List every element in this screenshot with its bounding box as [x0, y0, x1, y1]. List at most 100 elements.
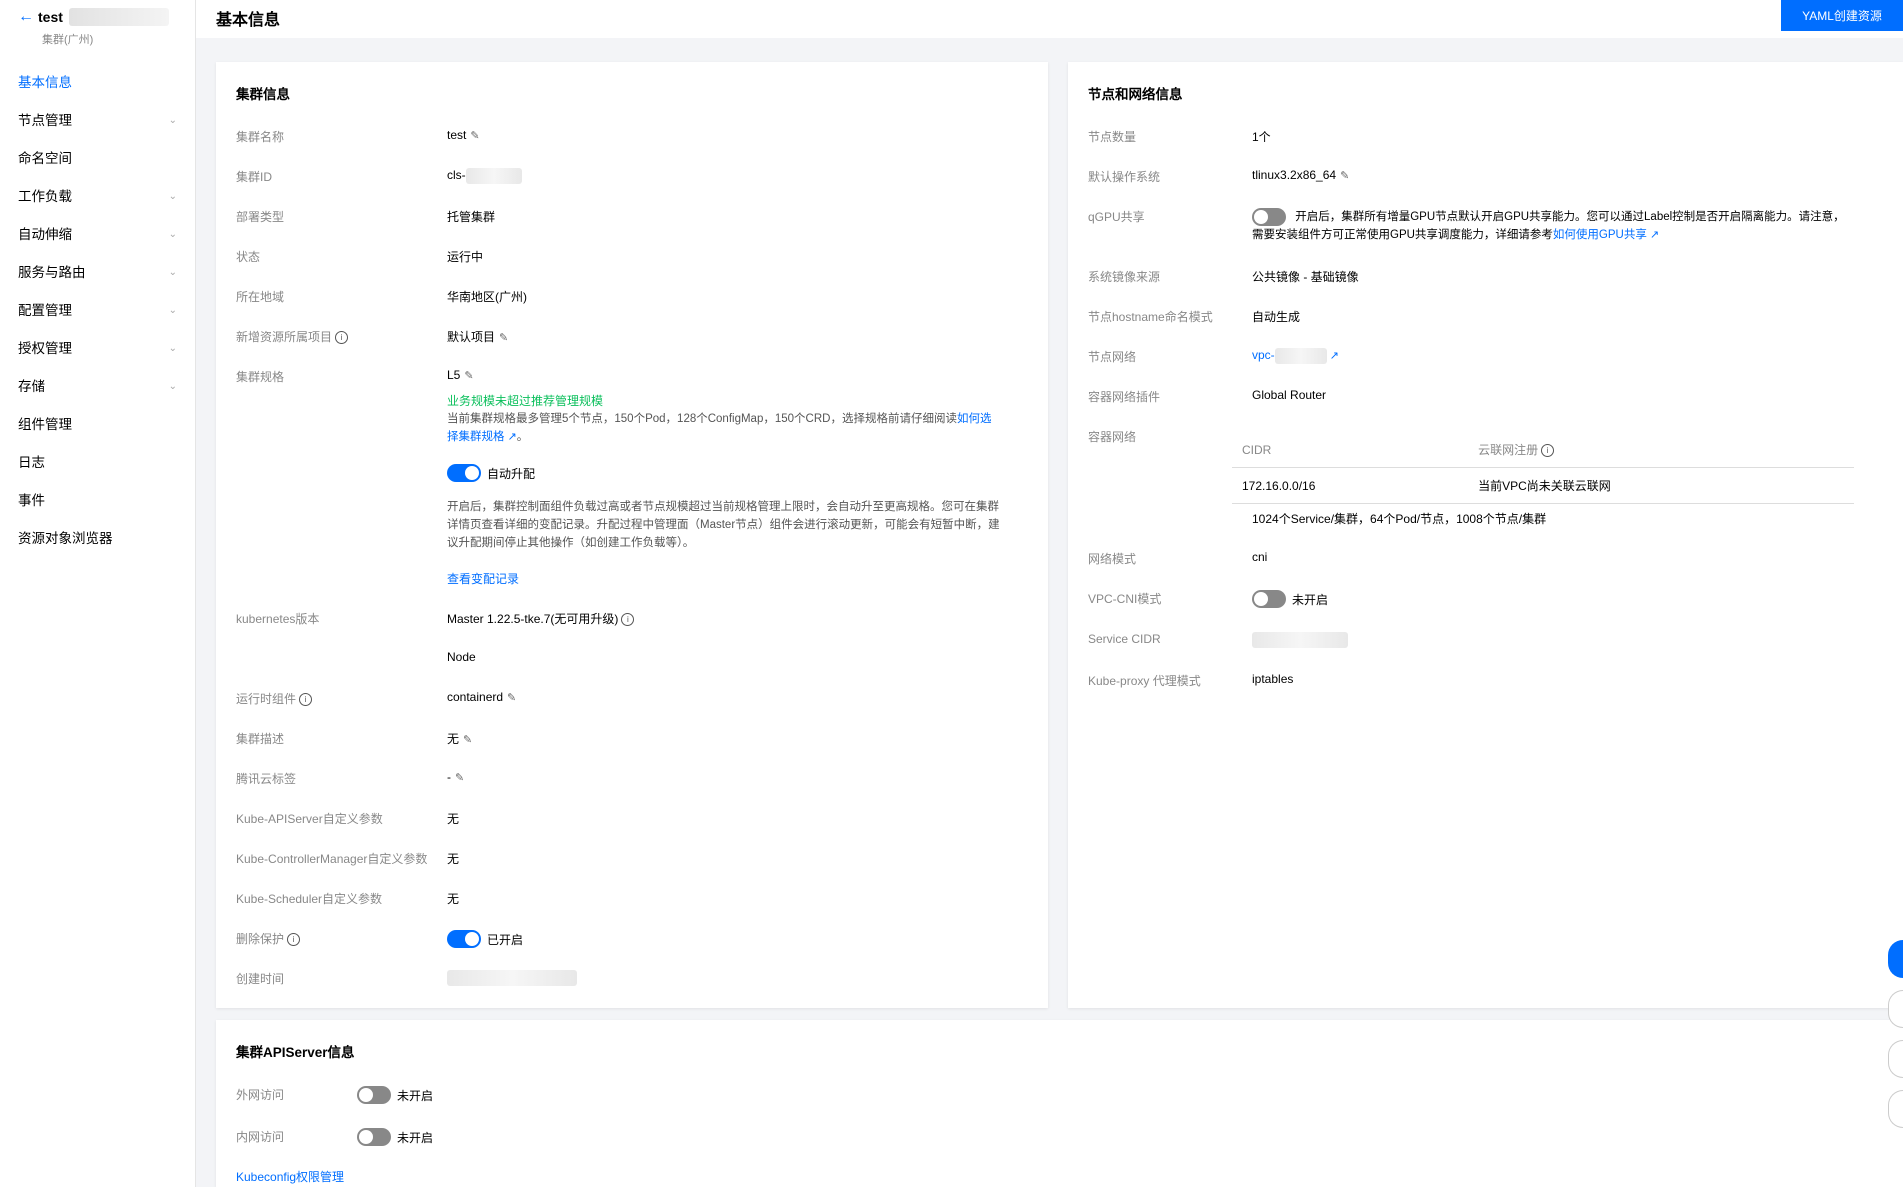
float-feedback-button[interactable] [1888, 1040, 1903, 1078]
sidebar-item-resource-browser[interactable]: 资源对象浏览器 [0, 520, 195, 558]
card-title: 节点和网络信息 [1088, 87, 1183, 102]
qgpu-desc: 开启后，集群所有增量GPU节点默认开启GPU共享能力。您可以通过Label控制是… [1295, 211, 1845, 223]
sidebar-item-label: 节点管理 [18, 113, 72, 128]
public-access-toggle[interactable] [357, 1086, 391, 1104]
field-label: 节点网络 [1088, 350, 1137, 364]
field-label: Kube-proxy 代理模式 [1088, 674, 1201, 688]
field-value [1252, 632, 1348, 648]
sidebar-item-namespaces[interactable]: 命名空间 [0, 140, 195, 178]
vpc-link[interactable]: vpc- ↗ [1252, 348, 1339, 364]
field-value: L5 ✎ [447, 368, 474, 382]
sidebar-item-addons[interactable]: 组件管理 [0, 406, 195, 444]
cluster-title: test [38, 9, 63, 25]
sidebar-item-events[interactable]: 事件 [0, 482, 195, 520]
sidebar-item-logs[interactable]: 日志 [0, 444, 195, 482]
info-icon[interactable]: i [335, 331, 349, 345]
float-help-button[interactable] [1888, 1090, 1903, 1128]
edit-icon[interactable]: ✎ [463, 734, 472, 746]
sidebar-item-label: 事件 [18, 493, 45, 508]
column-header: CIDR [1232, 432, 1469, 468]
field-label: Kube-APIServer自定义参数 [236, 812, 383, 826]
tags-value: - [447, 770, 451, 784]
field-label: 创建时间 [236, 972, 285, 986]
edit-icon[interactable]: ✎ [507, 692, 516, 704]
qgpu-guide-link-text: 如何使用GPU共享 [1552, 229, 1647, 242]
info-icon[interactable]: i [1541, 444, 1555, 458]
card-title: 集群APIServer信息 [236, 1045, 355, 1060]
k8s-master-version: Master 1.22.5-tke.7(无可用升级) [447, 612, 619, 626]
redacted-text [447, 970, 577, 986]
info-icon[interactable]: i [299, 693, 313, 707]
external-link-icon: ↗ [1329, 350, 1339, 363]
sidebar-item-autoscaling[interactable]: 自动伸缩 ⌄ [0, 216, 195, 254]
sidebar-item-label: 组件管理 [18, 417, 72, 432]
sidebar-item-nodes[interactable]: 节点管理 ⌄ [0, 102, 195, 140]
sidebar-item-services[interactable]: 服务与路由 ⌄ [0, 254, 195, 292]
field-value: 未开启 [1252, 590, 1328, 608]
toggle-label: 未开启 [397, 1088, 434, 1103]
private-access-toggle[interactable] [357, 1128, 391, 1146]
node-network-card: 节点和网络信息 节点数量 1个 默认操作系统 tlinux3.2x86_64 ✎ … [1068, 62, 1903, 1008]
sidebar-item-auth[interactable]: 授权管理 ⌄ [0, 330, 195, 368]
qgpu-guide-link[interactable]: 如何使用GPU共享 ↗ [1553, 229, 1659, 241]
sidebar-item-basic-info[interactable]: 基本信息 [0, 64, 195, 102]
kubeconfig-link[interactable]: Kubeconfig权限管理 [236, 1168, 344, 1185]
sidebar-item-storage[interactable]: 存储 ⌄ [0, 368, 195, 406]
qgpu-desc-2: 需要安装组件方可正常使用GPU共享调度能力，详细请参考 [1252, 229, 1553, 242]
toggle-label: 未开启 [1292, 592, 1329, 607]
sidebar-item-label: 自动伸缩 [18, 227, 72, 242]
delete-protect-toggle[interactable] [447, 930, 481, 948]
label-text: 运行时组件 [236, 692, 297, 706]
header: 基本信息 YAML创建资源 [196, 0, 1903, 38]
qgpu-toggle[interactable] [1252, 208, 1286, 226]
field-label: Kube-Scheduler自定义参数 [236, 892, 383, 906]
edit-icon[interactable]: ✎ [464, 370, 473, 382]
field-value: 未开启 [357, 1128, 433, 1146]
cluster-info-card: 集群信息 集群名称 test ✎ 集群ID cls- 部署类型 托管集群 状态 运… [216, 62, 1048, 1008]
float-chat-button[interactable] [1888, 940, 1903, 978]
edit-icon[interactable]: ✎ [1340, 170, 1349, 182]
edit-icon[interactable]: ✎ [455, 772, 464, 784]
yaml-create-button[interactable]: YAML创建资源 [1781, 0, 1903, 31]
column-header-text: 云联网注册 [1478, 443, 1539, 457]
sidebar-item-label: 基本信息 [18, 75, 72, 90]
toggle-knob [1254, 592, 1268, 606]
toggle-knob [1254, 210, 1268, 224]
vpc-cni-toggle[interactable] [1252, 590, 1286, 608]
toggle-label: 已开启 [487, 932, 524, 947]
label-text: 新增资源所属项目 [236, 330, 333, 344]
field-label: 部署类型 [236, 210, 285, 224]
sidebar-item-label: 工作负载 [18, 189, 72, 204]
field-label: 节点数量 [1088, 130, 1137, 144]
field-label: 容器网络插件 [1088, 390, 1161, 404]
info-icon[interactable]: i [287, 933, 301, 947]
sidebar-item-label: 资源对象浏览器 [18, 531, 113, 546]
spec-desc-end: 。 [516, 431, 529, 443]
back-arrow-icon[interactable]: ← [18, 8, 34, 26]
field-label: 集群名称 [236, 130, 285, 144]
edit-icon[interactable]: ✎ [470, 130, 479, 142]
change-record-link[interactable]: 查看变配记录 [447, 570, 519, 587]
cluster-name-value: test [447, 128, 467, 142]
sidebar-item-workloads[interactable]: 工作负载 ⌄ [0, 178, 195, 216]
label-text: 删除保护 [236, 932, 285, 946]
vpc-link-text: vpc- [1252, 348, 1275, 363]
sidebar-item-config[interactable]: 配置管理 ⌄ [0, 292, 195, 330]
field-label: 集群描述 [236, 732, 285, 746]
field-value: test ✎ [447, 128, 480, 142]
apiserver-card: 集群APIServer信息 外网访问 未开启 内网访问 未开启 Kubeconf… [216, 1020, 1903, 1187]
info-icon[interactable]: i [621, 613, 635, 627]
toggle-label: 自动升配 [487, 466, 536, 481]
column-header: 云联网注册 i [1468, 432, 1854, 468]
cidr-cell: 172.16.0.0/16 [1232, 467, 1469, 504]
external-link-icon: ↗ [507, 431, 517, 443]
field-value: 公共镜像 - 基础镜像 [1252, 270, 1359, 284]
edit-icon[interactable]: ✎ [499, 332, 508, 344]
cluster-id-value: cls- [447, 168, 466, 183]
field-label: 节点hostname命名模式 [1088, 310, 1213, 324]
auto-upgrade-toggle[interactable] [447, 464, 481, 482]
field-label: 外网访问 [236, 1088, 285, 1102]
field-label: 状态 [236, 250, 261, 264]
float-doc-button[interactable] [1888, 990, 1903, 1028]
capacity-text: 1024个Service/集群，64个Pod/节点，1008个节点/集群 [1252, 512, 1547, 526]
